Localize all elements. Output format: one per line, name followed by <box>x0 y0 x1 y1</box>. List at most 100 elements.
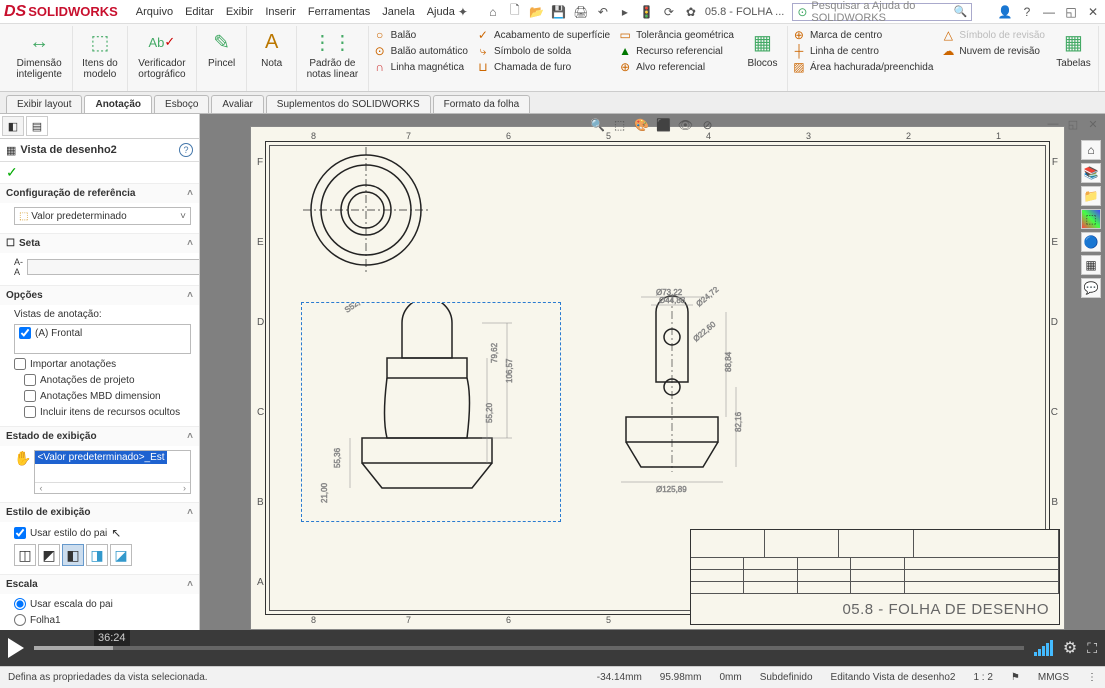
volume-icon[interactable] <box>1034 640 1053 656</box>
menu-ajuda[interactable]: Ajuda <box>427 6 455 18</box>
style-shaded[interactable]: ◪ <box>110 544 132 566</box>
maximize-icon[interactable]: ◱ <box>1063 4 1079 20</box>
home-icon[interactable]: ⌂ <box>485 4 501 20</box>
style-hidden-visible[interactable]: ◩ <box>38 544 60 566</box>
ribbon-linha-mag[interactable]: ∩Linha magnética <box>373 60 468 74</box>
section-estilo-exib[interactable]: Estilo de exibição˄ <box>0 502 199 522</box>
play-button[interactable] <box>8 638 24 658</box>
open-icon[interactable]: 📂 <box>529 4 545 20</box>
status-flag-icon[interactable]: ⚑ <box>1011 672 1020 683</box>
ribbon-linha-centro[interactable]: ┼Linha de centro <box>792 44 933 58</box>
mdi-close-icon[interactable]: ✕ <box>1085 116 1101 132</box>
rebuild-icon[interactable]: ⟳ <box>661 4 677 20</box>
ribbon-hachura[interactable]: ▨Área hachurada/preenchida <box>792 60 933 74</box>
style-shaded-edges[interactable]: ◨ <box>86 544 108 566</box>
seta-input[interactable] <box>27 259 200 275</box>
hud-hide-icon[interactable]: ⊘ <box>699 116 717 134</box>
fullscreen-icon[interactable]: ⛶ <box>1087 640 1097 657</box>
ribbon-verificador[interactable]: Ab✓Verificador ortográfico <box>128 26 198 91</box>
view-selected[interactable]: S52,44 106,57 55,20 79,62 55,36 21,00 <box>301 302 561 522</box>
help-search[interactable]: ⊙ Pesquisar a Ajuda do SOLIDWORKS 🔍 <box>792 3 972 21</box>
style-hidden-removed[interactable]: ◧ <box>62 544 84 566</box>
mdi-restore-icon[interactable]: ◱ <box>1065 116 1081 132</box>
ribbon-alvo-ref[interactable]: ⊕Alvo referencial <box>618 60 734 74</box>
chk-escala-folha[interactable]: Folha1 <box>14 614 191 626</box>
save-icon[interactable]: 💾 <box>551 4 567 20</box>
menu-arquivo[interactable]: Arquivo <box>136 6 173 18</box>
mdi-minimize-icon[interactable]: — <box>1045 116 1061 132</box>
settings-gear-icon[interactable]: ⚙ <box>1063 638 1077 658</box>
ribbon-pincel[interactable]: ✎Pincel <box>197 26 247 91</box>
video-progress[interactable] <box>34 646 1024 650</box>
ribbon-acabamento[interactable]: ✓Acabamento de superfície <box>476 28 610 42</box>
help-icon[interactable]: ? <box>1019 4 1035 20</box>
section-opcoes[interactable]: Opções˄ <box>0 285 199 305</box>
chk-projeto[interactable]: Anotações de projeto <box>24 374 191 386</box>
section-estado-exib[interactable]: Estado de exibição˄ <box>0 426 199 446</box>
menu-exibir[interactable]: Exibir <box>226 6 254 18</box>
select-icon[interactable]: ▸ <box>617 4 633 20</box>
section-seta[interactable]: ☐Seta˄ <box>0 233 199 253</box>
user-icon[interactable]: 👤 <box>997 4 1013 20</box>
menu-janela[interactable]: Janela <box>382 6 414 18</box>
chk-escala-pai[interactable]: Usar escala do pai <box>14 598 191 610</box>
options-icon[interactable]: ✿ <box>683 4 699 20</box>
pin-icon[interactable]: ✦ <box>455 4 471 20</box>
hud-zoom-area-icon[interactable]: ⬚ <box>611 116 629 134</box>
taskpane-appearance-icon[interactable]: 🔵 <box>1081 232 1101 252</box>
display-state-list[interactable]: <Valor predeterminado>_Est ‹› <box>34 450 191 494</box>
menu-ferramentas[interactable]: Ferramentas <box>308 6 370 18</box>
hud-display-icon[interactable]: ⬛ <box>655 116 673 134</box>
menu-editar[interactable]: Editar <box>185 6 214 18</box>
status-more-icon[interactable]: ⋮ <box>1087 672 1097 683</box>
ribbon-tolerancia[interactable]: ▭Tolerância geométrica <box>618 28 734 42</box>
listbox-vistas[interactable]: (A) Frontal <box>14 324 191 354</box>
ribbon-padrao-notas[interactable]: ⋮⋮Padrão de notas linear <box>297 26 368 91</box>
panel-tab-property[interactable]: ▤ <box>26 116 48 136</box>
status-units[interactable]: MMGS <box>1038 672 1069 683</box>
taskpane-library-icon[interactable]: 📚 <box>1081 163 1101 183</box>
ribbon-blocos[interactable]: ▦Blocos <box>738 26 788 91</box>
tab-exibir-layout[interactable]: Exibir layout <box>6 95 82 113</box>
section-escala[interactable]: Escala˄ <box>0 574 199 594</box>
taskpane-explorer-icon[interactable]: 📁 <box>1081 186 1101 206</box>
search-icon[interactable]: 🔍 <box>954 5 968 18</box>
combo-config[interactable]: ⬚ Valor predeterminado˅ <box>14 207 191 225</box>
close-icon[interactable]: ✕ <box>1085 4 1101 20</box>
tab-anotacao[interactable]: Anotação <box>84 95 152 113</box>
taskpane-palette-icon[interactable]: ⬚ <box>1081 209 1101 229</box>
undo-icon[interactable]: ↶ <box>595 4 611 20</box>
hud-color-icon[interactable]: 🎨 <box>633 116 651 134</box>
ribbon-nota[interactable]: ANota <box>247 26 297 91</box>
taskpane-forum-icon[interactable]: 💬 <box>1081 278 1101 298</box>
chk-mbd[interactable]: Anotações MBD dimension <box>24 390 191 402</box>
ribbon-itens-modelo[interactable]: ⬚Itens do modelo <box>73 26 127 91</box>
tab-esboco[interactable]: Esboço <box>154 95 209 113</box>
panel-tab-feature[interactable]: ◧ <box>2 116 24 136</box>
chk-importar[interactable]: Importar anotações <box>14 358 191 370</box>
style-wireframe[interactable]: ◫ <box>14 544 36 566</box>
chk-incluir[interactable]: Incluir itens de recursos ocultos <box>24 406 191 418</box>
tab-suplementos[interactable]: Suplementos do SOLIDWORKS <box>266 95 431 113</box>
ribbon-marca-centro[interactable]: ⊕Marca de centro <box>792 28 933 42</box>
panel-help-icon[interactable]: ? <box>179 143 193 157</box>
hud-zoom-fit-icon[interactable]: 🔍 <box>589 116 607 134</box>
ribbon-tabelas[interactable]: ▦Tabelas <box>1049 26 1099 91</box>
status-scale[interactable]: 1 : 2 <box>973 672 992 683</box>
chk-usar-estilo-pai[interactable]: Usar estilo do pai↖ <box>14 526 191 540</box>
ribbon-balao[interactable]: ○Balão <box>373 28 468 42</box>
drawing-canvas[interactable]: 🔍 ⬚ 🎨 ⬛ 👁 ⊘ — ◱ ✕ ⌂ 📚 📁 ⬚ 🔵 ▦ 💬 F E D <box>200 114 1105 642</box>
ribbon-recurso-ref[interactable]: ▲Recurso referencial <box>618 44 734 58</box>
tab-formato-folha[interactable]: Formato da folha <box>433 95 531 113</box>
ribbon-furo[interactable]: ⊔Chamada de furo <box>476 60 610 74</box>
minimize-icon[interactable]: — <box>1041 4 1057 20</box>
menu-inserir[interactable]: Inserir <box>265 6 296 18</box>
print-icon[interactable]: 🖨 <box>573 4 589 20</box>
ribbon-nuvem-rev[interactable]: ☁Nuvem de revisão <box>941 44 1045 58</box>
ribbon-balao-auto[interactable]: ⊙Balão automático <box>373 44 468 58</box>
hud-view-icon[interactable]: 👁 <box>677 116 695 134</box>
ribbon-solda[interactable]: ⤷Símbolo de solda <box>476 44 610 58</box>
tab-avaliar[interactable]: Avaliar <box>211 95 263 113</box>
taskpane-property-icon[interactable]: ▦ <box>1081 255 1101 275</box>
section-config-ref[interactable]: Configuração de referência˄ <box>0 183 199 203</box>
